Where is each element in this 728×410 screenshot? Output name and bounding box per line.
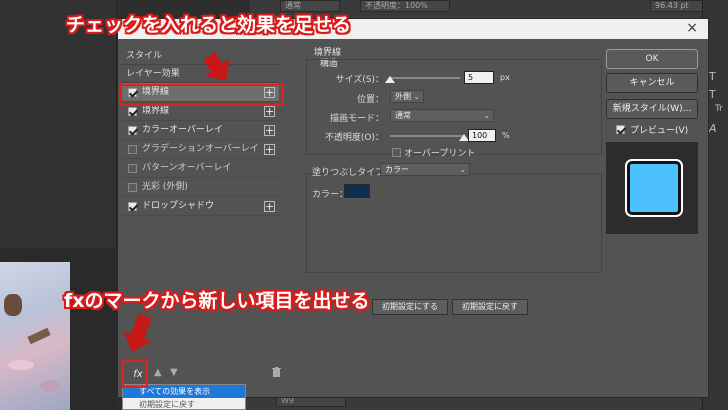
- position-value: 外側: [395, 92, 411, 101]
- blend-mode-label: 描画モード：: [329, 114, 384, 124]
- effect-label: 光彩 (外側): [142, 182, 188, 192]
- position-select[interactable]: 外側 ⌄: [390, 90, 424, 103]
- ok-button[interactable]: OK: [606, 49, 698, 69]
- effect-item-drop-shadow[interactable]: ドロップシャドウ +: [122, 197, 279, 216]
- close-icon[interactable]: ×: [686, 20, 698, 36]
- fill-type-select[interactable]: カラー ⌄: [380, 163, 470, 176]
- chevron-down-icon: ⌄: [483, 111, 490, 120]
- layer-effects-header[interactable]: レイヤー効果: [122, 65, 279, 83]
- checkbox-icon[interactable]: [128, 107, 137, 116]
- effect-label: 境界線: [142, 106, 170, 116]
- position-label: 位置：: [356, 95, 384, 105]
- effect-item-outer-glow[interactable]: 光彩 (外側): [122, 178, 279, 197]
- opacity-field[interactable]: 不透明度：100%: [360, 0, 450, 12]
- color-label: カラー：: [312, 190, 349, 200]
- effect-item-gradient-overlay[interactable]: グラデーションオーバーレイ +: [122, 140, 279, 159]
- opacity-unit: %: [502, 131, 510, 140]
- opacity-label: 不透明度(O)：: [324, 133, 384, 143]
- plus-icon[interactable]: +: [264, 125, 275, 136]
- overprint-label: オーバープリント: [404, 149, 476, 159]
- checkbox-icon[interactable]: [128, 145, 137, 154]
- overprint-checkbox[interactable]: [392, 148, 401, 157]
- preview-box: [606, 142, 698, 234]
- annotation-bottom: fxのマークから新しい項目を出せる: [64, 290, 370, 312]
- cancel-button[interactable]: キャンセル: [606, 73, 698, 93]
- tracking-icon[interactable]: Tr: [715, 104, 723, 114]
- color-swatch[interactable]: [344, 184, 370, 198]
- styles-header[interactable]: スタイル: [122, 47, 279, 65]
- effect-label: グラデーションオーバーレイ: [142, 144, 259, 154]
- canvas-photo: [0, 262, 70, 410]
- left-dock-panel: [0, 0, 117, 248]
- effect-label: パターンオーバーレイ: [142, 163, 232, 173]
- size-unit: px: [500, 73, 510, 82]
- highlight-box-stroke: [119, 84, 284, 106]
- size-label: サイズ(S)：: [335, 75, 384, 85]
- menu-item-reset-default[interactable]: 初期設定に戻す: [123, 398, 245, 410]
- size-slider-track[interactable]: [390, 77, 460, 79]
- move-up-icon[interactable]: ▲: [154, 367, 162, 378]
- effect-label: カラーオーバーレイ: [142, 125, 223, 135]
- blend-mode-select[interactable]: 通常 ⌄: [390, 109, 494, 122]
- chevron-down-icon: ⌄: [459, 165, 466, 174]
- plus-icon[interactable]: +: [264, 201, 275, 212]
- effects-list: スタイル レイヤー効果 境界線 + 境界線 + カラーオーバーレイ + グラデー…: [122, 47, 279, 216]
- character-icon[interactable]: A: [709, 122, 717, 135]
- effect-label: ドロップシャドウ: [142, 201, 215, 211]
- stroke-settings-panel: 境界線 構造 サイズ(S)： 5 px 位置： 外側 ⌄ 描画モード： 通常 ⌄…: [288, 45, 602, 385]
- reset-default-button[interactable]: 初期設定に戻す: [452, 299, 528, 315]
- text-tool-icon-2[interactable]: T: [709, 88, 716, 101]
- preview-label: プレビュー(V): [630, 126, 689, 136]
- annotation-top: チェックを入れると効果を足せる: [66, 14, 352, 36]
- opacity-input[interactable]: 100: [468, 129, 496, 142]
- checkbox-icon[interactable]: [128, 164, 137, 173]
- effect-item-pattern-overlay[interactable]: パターンオーバーレイ: [122, 159, 279, 178]
- checkbox-icon[interactable]: [128, 183, 137, 192]
- move-down-icon[interactable]: ▼: [170, 367, 178, 378]
- text-tool-icon[interactable]: T: [709, 70, 716, 83]
- chevron-down-icon: ⌄: [413, 92, 420, 101]
- plus-icon[interactable]: +: [264, 106, 275, 117]
- size-slider-knob[interactable]: [385, 76, 395, 83]
- new-style-button[interactable]: 新規スタイル(W)...: [606, 99, 698, 119]
- highlight-box-fx: [122, 360, 148, 388]
- trash-icon[interactable]: [272, 367, 281, 380]
- size-input[interactable]: 5: [464, 71, 494, 84]
- fill-type-value: カラー: [385, 165, 409, 174]
- preview-square: [625, 159, 683, 217]
- plus-icon[interactable]: +: [264, 144, 275, 155]
- blend-mode-value: 通常: [395, 111, 411, 120]
- effect-item-color-overlay[interactable]: カラーオーバーレイ +: [122, 121, 279, 140]
- checkbox-icon[interactable]: [128, 202, 137, 211]
- preview-checkbox[interactable]: [616, 125, 625, 134]
- opacity-slider-track[interactable]: [390, 135, 464, 137]
- checkbox-icon[interactable]: [128, 126, 137, 135]
- make-default-button[interactable]: 初期設定にする: [372, 299, 448, 315]
